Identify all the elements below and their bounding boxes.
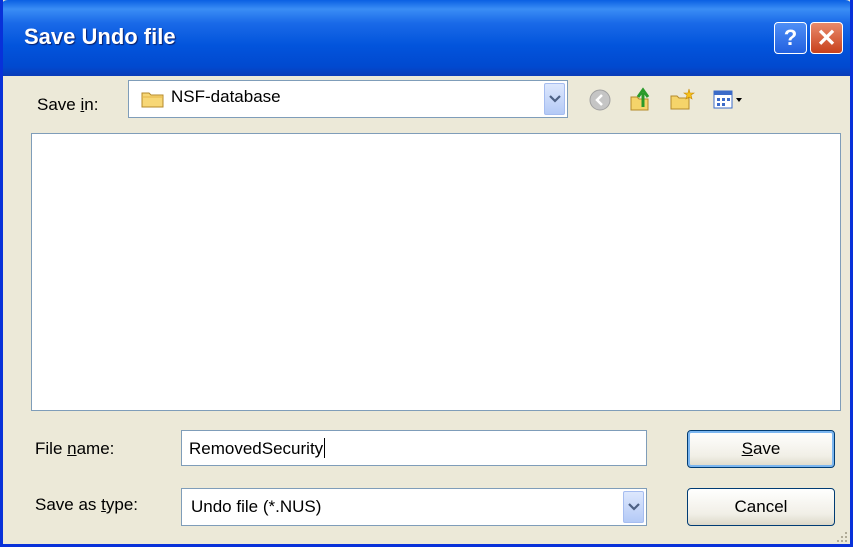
title-bar[interactable]: Save Undo file ? ✕ (3, 0, 850, 76)
save-in-value: NSF-database (171, 87, 281, 106)
file-name-label-suffix: ame: (76, 439, 115, 458)
close-button[interactable]: ✕ (810, 22, 843, 54)
save-as-type-label: Save as type: (35, 495, 138, 515)
save-as-type-label-suffix: ype: (105, 495, 139, 514)
text-caret (324, 438, 326, 458)
file-name-label: File name: (35, 439, 114, 459)
save-as-type-value: Undo file (*.NUS) (191, 497, 322, 516)
save-button[interactable]: Save (687, 430, 835, 468)
file-name-input[interactable]: RemovedSecurity (181, 430, 647, 466)
back-icon[interactable] (586, 86, 614, 114)
save-as-type-label-prefix: Save as (35, 495, 102, 514)
save-button-label: ave (752, 439, 781, 458)
chevron-down-icon[interactable] (623, 491, 644, 523)
folder-icon (141, 90, 165, 108)
file-list[interactable] (31, 133, 841, 411)
resize-grip-icon[interactable] (836, 530, 848, 542)
save-as-type-dropdown[interactable]: Undo file (*.NUS) (181, 488, 647, 526)
file-name-value: RemovedSecurity (189, 439, 324, 458)
save-in-label-prefix: Save (37, 95, 81, 114)
window-title: Save Undo file (24, 24, 176, 49)
save-button-accel: S (741, 439, 753, 458)
help-button[interactable]: ? (774, 22, 807, 54)
save-in-dropdown[interactable]: NSF-database (128, 80, 568, 118)
file-name-label-accel: n (67, 439, 77, 458)
file-name-label-prefix: File (35, 439, 68, 458)
save-in-label: Save in: (37, 95, 98, 115)
chevron-down-icon[interactable] (544, 83, 565, 115)
view-menu-icon[interactable] (711, 86, 747, 114)
save-dialog: Save Undo file ? ✕ Save in: NSF-database (0, 0, 853, 547)
cancel-button[interactable]: Cancel (687, 488, 835, 526)
create-new-folder-icon[interactable] (668, 86, 696, 114)
save-in-label-suffix: n: (84, 95, 99, 114)
up-one-level-icon[interactable] (627, 86, 655, 114)
